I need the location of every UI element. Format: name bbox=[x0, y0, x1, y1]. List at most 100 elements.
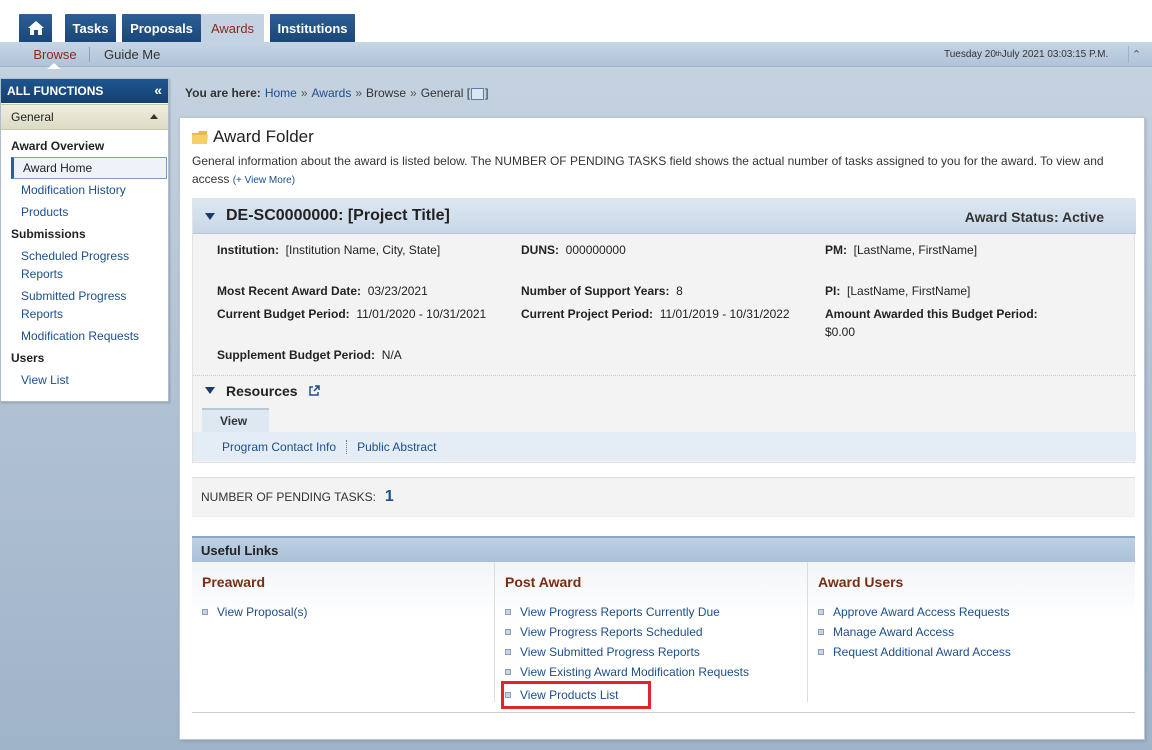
page-title-text: Award Folder bbox=[213, 127, 314, 146]
field-value: [Institution Name, City, State] bbox=[285, 243, 441, 257]
sub-nav: Browse Guide Me Tuesday 20th July 2021 0… bbox=[0, 42, 1152, 69]
bullet-icon bbox=[818, 629, 824, 635]
view-reports-due-link[interactable]: View Progress Reports Currently Due bbox=[520, 602, 720, 622]
sidebar-section-general[interactable]: General bbox=[1, 104, 168, 130]
sidebar-item-modification-history[interactable]: Modification History bbox=[1, 179, 168, 201]
field-value: $0.00 bbox=[825, 325, 856, 339]
breadcrumb-browse: Browse bbox=[366, 86, 407, 100]
breadcrumb-sep: » bbox=[410, 86, 417, 100]
breadcrumb-sep: » bbox=[355, 86, 362, 100]
home-icon bbox=[27, 21, 44, 35]
list-item-highlighted: View Products List bbox=[501, 681, 651, 709]
bullet-icon bbox=[818, 609, 824, 615]
intro-text: General information about the award is l… bbox=[192, 152, 1122, 190]
sidebar: ALL FUNCTIONS « General Award Overview A… bbox=[0, 78, 169, 402]
sidebar-item-modification-requests[interactable]: Modification Requests bbox=[1, 325, 168, 347]
field-duns: DUNS: 000000000 bbox=[521, 241, 626, 259]
resources-title: Resources bbox=[226, 383, 298, 399]
breadcrumb-label: You are here: bbox=[185, 86, 261, 100]
view-more-link[interactable]: (+ View More) bbox=[233, 175, 295, 186]
folder-icon bbox=[192, 130, 208, 144]
calendar-icon[interactable] bbox=[471, 88, 485, 100]
sidebar-group-submissions: Submissions bbox=[11, 227, 86, 241]
list-item: View Submitted Progress Reports bbox=[505, 642, 749, 662]
sidebar-item-award-home[interactable]: Award Home bbox=[11, 157, 167, 179]
pending-tasks-label: NUMBER OF PENDING TASKS: bbox=[201, 490, 376, 504]
tab-institutions[interactable]: Institutions bbox=[270, 14, 355, 42]
approve-access-requests-link[interactable]: Approve Award Access Requests bbox=[833, 602, 1010, 622]
sidebar-item-view-list[interactable]: View List bbox=[1, 369, 168, 391]
datetime-rest: July 2021 03:03:15 P.M. bbox=[1001, 49, 1109, 60]
field-value: 000000000 bbox=[565, 243, 626, 257]
breadcrumb-home[interactable]: Home bbox=[265, 86, 297, 100]
view-modification-requests-link[interactable]: View Existing Award Modification Request… bbox=[520, 662, 749, 682]
field-key: Supplement Budget Period: bbox=[217, 348, 376, 362]
sidebar-item-products[interactable]: Products bbox=[1, 201, 168, 223]
manage-award-access-link[interactable]: Manage Award Access bbox=[833, 622, 954, 642]
breadcrumb-general: General [ bbox=[420, 86, 471, 100]
field-value: 03/23/2021 bbox=[367, 284, 428, 298]
useful-links-title: Useful Links bbox=[192, 536, 1135, 562]
award-id: DE-SC0000000: [Project Title] bbox=[226, 207, 450, 224]
pending-tasks: NUMBER OF PENDING TASKS: 1 bbox=[192, 477, 1135, 517]
view-proposals-link[interactable]: View Proposal(s) bbox=[217, 602, 307, 622]
intro-body: General information about the award is l… bbox=[192, 154, 1104, 186]
current-datetime: Tuesday 20th July 2021 03:03:15 P.M. bbox=[944, 42, 1108, 67]
subnav-guide-me[interactable]: Guide Me bbox=[96, 42, 168, 67]
main-panel: Award Folder General information about t… bbox=[179, 117, 1145, 740]
view-products-list-link[interactable]: View Products List bbox=[520, 685, 619, 705]
field-pi: PI: [LastName, FirstName] bbox=[825, 282, 970, 300]
field-support-years: Number of Support Years: 8 bbox=[521, 282, 683, 300]
useful-links: Useful Links Preaward View Proposal(s) P… bbox=[192, 536, 1135, 713]
field-institution: Institution: [Institution Name, City, St… bbox=[217, 241, 440, 259]
breadcrumb-end: ] bbox=[485, 86, 489, 100]
external-link-icon[interactable] bbox=[308, 385, 320, 397]
collapse-resources-icon[interactable] bbox=[205, 387, 215, 394]
bullet-icon bbox=[505, 609, 511, 615]
bullet-icon bbox=[505, 669, 511, 675]
pending-tasks-count[interactable]: 1 bbox=[385, 488, 394, 506]
column-title: Award Users bbox=[818, 574, 904, 590]
list-item: View Progress Reports Currently Due bbox=[505, 602, 749, 622]
request-additional-access-link[interactable]: Request Additional Award Access bbox=[833, 642, 1011, 662]
field-value: N/A bbox=[381, 348, 402, 362]
collapse-header-icon[interactable]: ⌃ bbox=[1128, 46, 1144, 63]
sidebar-item-submitted-progress-reports[interactable]: Submitted Progress Reports bbox=[1, 285, 131, 325]
field-supplement-period: Supplement Budget Period: N/A bbox=[217, 346, 402, 364]
program-contact-info-link[interactable]: Program Contact Info bbox=[222, 440, 336, 454]
award-details: DE-SC0000000: [Project Title] Award Stat… bbox=[192, 198, 1136, 463]
field-pm: PM: [LastName, FirstName] bbox=[825, 241, 977, 259]
list-item: Approve Award Access Requests bbox=[818, 602, 1011, 622]
top-nav: Tasks Proposals Awards Institutions bbox=[0, 0, 1152, 42]
subnav-divider bbox=[89, 47, 90, 62]
collapse-award-icon[interactable] bbox=[205, 213, 215, 220]
bullet-icon bbox=[505, 649, 511, 655]
sidebar-title: ALL FUNCTIONS bbox=[7, 84, 104, 98]
column-title: Post Award bbox=[505, 574, 582, 590]
view-reports-scheduled-link[interactable]: View Progress Reports Scheduled bbox=[520, 622, 703, 642]
award-status: Award Status: Active bbox=[964, 209, 1104, 225]
list-item: View Progress Reports Scheduled bbox=[505, 622, 749, 642]
tab-proposals[interactable]: Proposals bbox=[122, 14, 201, 42]
tab-view[interactable]: View bbox=[202, 408, 269, 432]
sidebar-group-award-overview: Award Overview bbox=[11, 139, 105, 153]
useful-links-columns: Preaward View Proposal(s) Post Award Vie… bbox=[192, 562, 1135, 709]
field-value: [LastName, FirstName] bbox=[847, 284, 971, 298]
link-divider bbox=[346, 439, 348, 454]
tab-tasks[interactable]: Tasks bbox=[65, 14, 116, 42]
tab-awards[interactable]: Awards bbox=[201, 14, 264, 42]
field-value: 11/01/2020 - 10/31/2021 bbox=[356, 307, 487, 321]
sidebar-item-scheduled-progress-reports[interactable]: Scheduled Progress Reports bbox=[1, 245, 131, 285]
field-value: [LastName, FirstName] bbox=[853, 243, 978, 257]
collapse-sidebar-icon[interactable]: « bbox=[154, 82, 162, 98]
bullet-icon bbox=[505, 692, 511, 698]
list-item: Request Additional Award Access bbox=[818, 642, 1011, 662]
breadcrumb-awards[interactable]: Awards bbox=[312, 86, 352, 100]
view-submitted-reports-link[interactable]: View Submitted Progress Reports bbox=[520, 642, 700, 662]
field-value: 11/01/2019 - 10/31/2022 bbox=[659, 307, 790, 321]
field-key: Institution: bbox=[217, 243, 279, 257]
public-abstract-link[interactable]: Public Abstract bbox=[357, 440, 436, 454]
bullet-icon bbox=[505, 629, 511, 635]
home-tab[interactable] bbox=[19, 14, 52, 42]
field-key: Current Budget Period: bbox=[217, 307, 350, 321]
